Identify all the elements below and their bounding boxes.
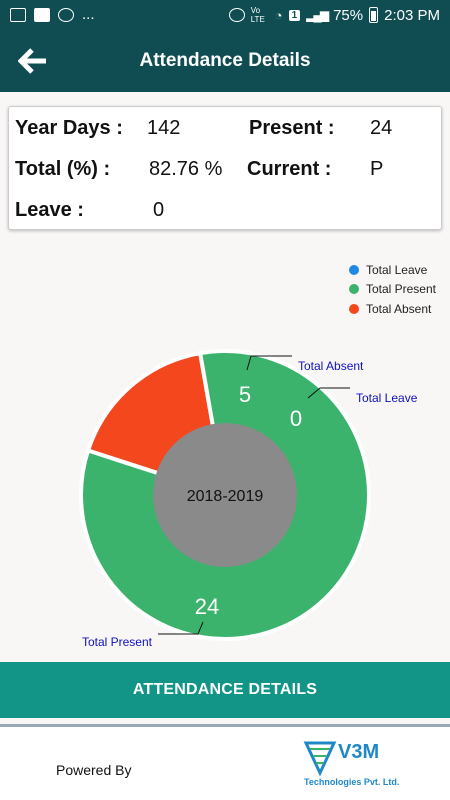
volte-indicator: Vo LTE [250, 6, 265, 24]
slice-name-label: Total Absent [298, 359, 364, 373]
gallery-notification-icon [10, 7, 26, 22]
legend-dot [348, 303, 359, 314]
legend-item-leave: Total Leave [348, 260, 436, 280]
footer: Powered By V3M Technologies Pvt. Ltd. [0, 727, 450, 800]
chart-center-hole [153, 423, 297, 567]
clock: 2:03 PM [384, 6, 440, 24]
current-label: Current : [247, 158, 332, 180]
slice-value-label: 0 [290, 406, 302, 431]
leave-label: Leave : [15, 199, 84, 221]
total-percent-value: 82.76 % [149, 158, 223, 180]
total-percent-label: Total (%) : [15, 158, 111, 180]
current-value: P [370, 158, 384, 180]
app-bar: Attendance Details [0, 32, 450, 92]
legend-item-absent: Total Absent [348, 299, 436, 319]
callout-line [246, 355, 292, 371]
leave-value: 0 [153, 199, 165, 221]
year-days-label: Year Days : [15, 117, 123, 139]
company-logo-name: V3M [338, 741, 380, 763]
attendance-details-button[interactable]: ATTENDANCE DETAILS [0, 662, 450, 718]
slice-value-label: 5 [239, 382, 251, 407]
attendance-summary-card: Year Days : 142 Present : 24 Total (%) :… [8, 106, 442, 230]
present-value: 24 [370, 117, 393, 139]
chart-center-label: 2018-2019 [187, 488, 264, 505]
legend-dot [348, 284, 359, 295]
powered-by-label: Powered By [56, 762, 132, 778]
chart-legend: Total Leave Total Present Total Absent [348, 260, 436, 319]
status-bar: ... Vo LTE ◔ 1 ▂▄▆ 75% 2:03 PM [0, 0, 450, 32]
page-title: Attendance Details [139, 50, 311, 71]
legend-label: Total Present [365, 282, 436, 297]
sim-slot-indicator: 1 [288, 9, 301, 21]
legend-label: Total Leave [365, 262, 428, 277]
more-notifications: ... [82, 6, 95, 23]
slice-value-label: 24 [195, 594, 219, 619]
present-label: Present : [249, 117, 335, 139]
year-days-value: 142 [147, 117, 181, 139]
battery-icon [369, 7, 379, 23]
donut-slice-total-present [79, 349, 371, 641]
slice-name-label: Total Leave [356, 391, 418, 405]
signal-icon: ▂▄▆ [306, 8, 329, 22]
company-logo-icon [303, 741, 337, 777]
callout-line [307, 387, 350, 399]
alarm-icon [228, 8, 245, 22]
battery-percent: 75% [333, 6, 364, 24]
donut-slice-total-absent [85, 350, 228, 498]
company-logo-subtitle: Technologies Pvt. Ltd. [304, 777, 400, 787]
facebook-notification-icon [34, 7, 50, 22]
legend-item-present: Total Present [348, 280, 436, 300]
legend-label: Total Absent [365, 301, 432, 316]
app-notification-icon [58, 7, 74, 22]
legend-dot [348, 264, 359, 275]
slice-name-label: Total Present [82, 635, 153, 649]
callout-line [158, 621, 204, 635]
wifi-icon: ◔ [274, 7, 283, 23]
